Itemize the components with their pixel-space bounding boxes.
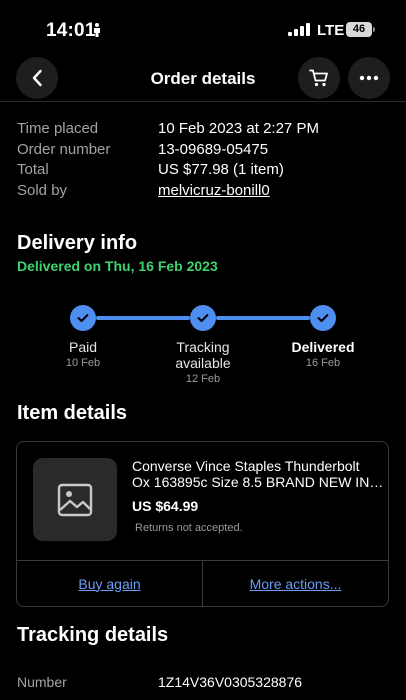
nav-bar: Order details [0,56,406,102]
tracking-details-heading: Tracking details [17,624,169,646]
cart-icon [309,69,328,87]
delivery-progress: Paid 10 Feb Tracking available 12 Feb De… [0,305,406,395]
network-label: LTE [317,22,345,39]
summary-label: Order number [17,140,111,158]
seller-link[interactable]: melvicruz-bonill0 [158,181,270,201]
step-date: 16 Feb [305,357,341,369]
delivery-info-heading: Delivery info [17,232,138,254]
signal-icon [288,23,310,36]
summary-value: US $77.98 (1 item) [158,161,284,178]
summary-row-sold-by: Sold by melvicruz-bonill0 [17,181,397,201]
tracking-number-row: Number 1Z14V36V0305328876 [17,674,397,690]
item-actions: Buy again More actions... [17,560,388,606]
more-actions-link[interactable]: More actions... [202,561,388,606]
item-title-line: Converse Vince Staples Thunderbolt [132,458,360,474]
battery-icon: 46 [346,22,375,37]
step-label-delivered: Delivered [291,339,355,355]
back-button[interactable] [16,57,58,99]
check-icon [317,314,329,322]
item-details-heading: Item details [17,402,128,424]
summary-row-order-number: Order number 13-09689-05475 [17,140,397,160]
check-icon [77,314,89,322]
image-placeholder-icon [57,483,93,516]
status-bar: 14:01 LTE 46 [0,0,406,56]
summary-label: Total [17,161,49,178]
more-button[interactable] [348,57,390,99]
cart-button[interactable] [298,57,340,99]
progress-line [216,316,310,320]
back-arrow-icon [32,69,42,87]
step-label-paid: Paid [68,339,98,355]
check-icon [197,314,209,322]
step-complete-icon [190,305,216,331]
tracking-number-value: 1Z14V36V0305328876 [158,674,303,690]
order-summary: Time placed 10 Feb 2023 at 2:27 PM Order… [17,119,397,201]
person-icon [94,23,100,37]
step-date: 12 Feb [185,373,221,385]
item-card: Converse Vince Staples Thunderbolt Ox 16… [16,441,389,607]
progress-line [96,316,190,320]
delivery-status: Delivered on Thu, 16 Feb 2023 [17,258,218,274]
page-title: Order details [150,69,256,88]
item-title[interactable]: Converse Vince Staples Thunderbolt Ox 16… [132,458,387,490]
summary-value: 13-09689-05475 [158,140,269,158]
status-time: 14:01 [46,20,96,41]
step-complete-icon [70,305,96,331]
buy-again-link[interactable]: Buy again [17,561,202,606]
more-icon [359,75,379,81]
step-complete-icon [310,305,336,331]
item-price: US $64.99 [132,498,199,514]
summary-label: Time placed [17,120,99,137]
step-date: 10 Feb [65,357,101,369]
tracking-number-label: Number [17,674,67,690]
return-policy: Returns not accepted. [135,522,243,534]
step-label-tracking: Tracking available [175,339,231,371]
summary-label: Sold by [17,181,68,199]
summary-row-total: Total US $77.98 (1 item) [17,160,397,180]
item-thumbnail[interactable] [33,458,117,541]
summary-value: 10 Feb 2023 at 2:27 PM [158,120,319,137]
item-title-line: Ox 163895c Size 8.5 BRAND NEW IN HAND [132,474,387,490]
summary-row-time-placed: Time placed 10 Feb 2023 at 2:27 PM [17,119,397,139]
